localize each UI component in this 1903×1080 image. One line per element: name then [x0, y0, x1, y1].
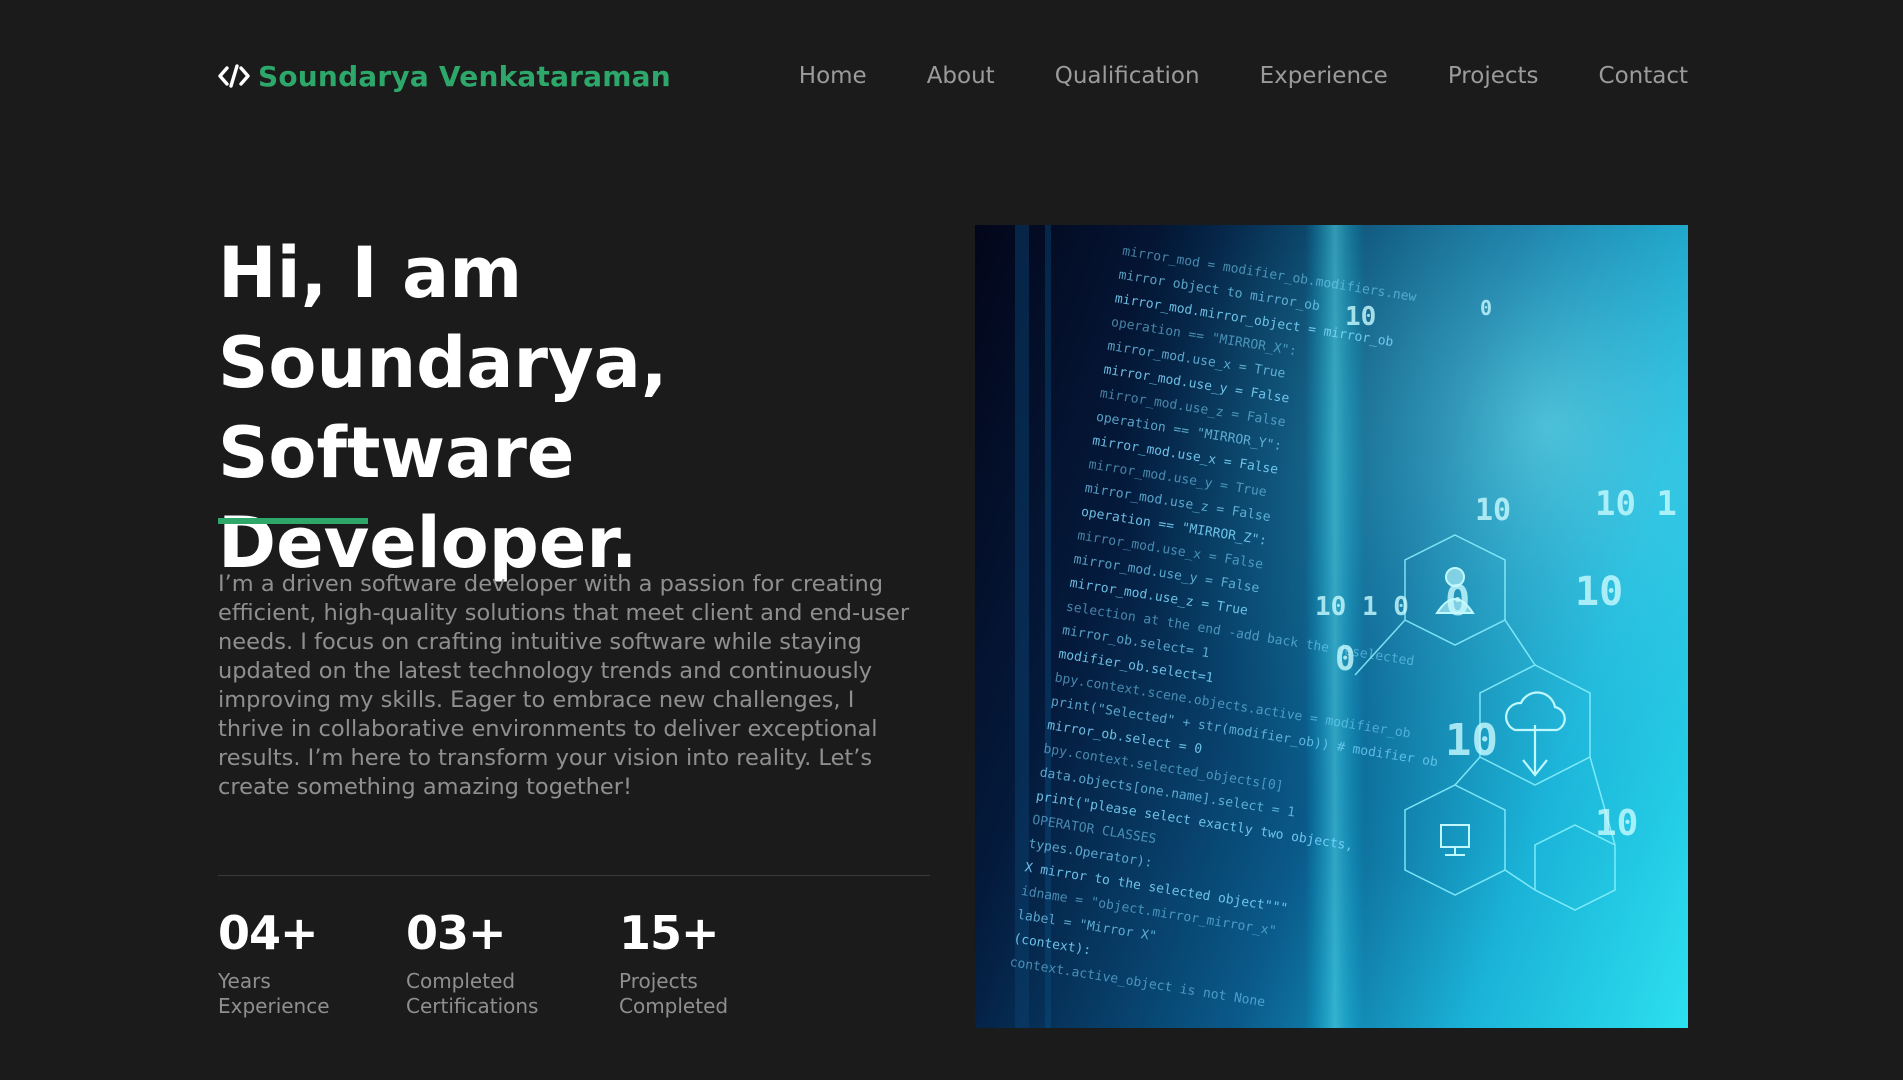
stats-divider	[218, 875, 930, 876]
stat-label-line: Projects	[619, 969, 698, 993]
stat-projects: 15+ Projects Completed	[619, 905, 819, 1019]
code-illustration: mirror_mod = modifier_ob.modifiers.newmi…	[975, 225, 1688, 1028]
nav-qualification[interactable]: Qualification	[1055, 63, 1200, 89]
binary-glyph: 10 1 0	[1595, 484, 1688, 524]
stat-label-line: Years	[218, 969, 271, 993]
hero-title-line: Software	[218, 412, 575, 494]
binary-glyph: 10	[1595, 803, 1638, 844]
stat-number: 15+	[619, 906, 720, 960]
stat-label-line: Experience	[218, 994, 330, 1018]
nav-projects[interactable]: Projects	[1448, 63, 1539, 89]
portfolio-page: Soundarya Venkataraman Home About Qualif…	[0, 0, 1903, 1080]
binary-glyph: 0	[1445, 576, 1470, 625]
binary-glyph: 0	[1335, 639, 1355, 679]
stat-label: Completed Certifications	[406, 969, 619, 1019]
title-accent-bar	[218, 518, 368, 524]
stat-certifications: 03+ Completed Certifications	[406, 905, 619, 1019]
logo[interactable]: Soundarya Venkataraman	[218, 60, 671, 93]
nav-home[interactable]: Home	[799, 63, 867, 89]
stat-label-line: Completed	[406, 969, 516, 993]
stat-number: 04+	[218, 906, 319, 960]
nav-experience[interactable]: Experience	[1260, 63, 1388, 89]
hero-title-line: Hi, I am Soundarya,	[218, 232, 668, 404]
binary-glyph: 10	[1475, 493, 1511, 528]
binary-glyph: 0	[1480, 296, 1492, 320]
stat-number: 03+	[406, 906, 507, 960]
nav-about[interactable]: About	[927, 63, 995, 89]
code-brackets-icon	[218, 62, 250, 90]
stat-label: Projects Completed	[619, 969, 819, 1019]
nav-contact[interactable]: Contact	[1599, 63, 1688, 89]
stat-label-line: Certifications	[406, 994, 539, 1018]
binary-glyph: 10	[1445, 715, 1498, 766]
hero-description: I’m a driven software developer with a p…	[218, 571, 910, 800]
binary-glyph: 10	[1345, 302, 1376, 332]
stat-years-experience: 04+ Years Experience	[218, 905, 406, 1019]
main-nav: Home About Qualification Experience Proj…	[799, 63, 1688, 89]
binary-glyph: 10 1 0	[1315, 592, 1409, 622]
binary-glyph: 10	[1575, 569, 1623, 615]
stats-row: 04+ Years Experience 03+ Completed Certi…	[218, 905, 819, 1019]
logo-text: Soundarya Venkataraman	[258, 59, 671, 93]
stat-label-line: Completed	[619, 994, 729, 1018]
page-container: Soundarya Venkataraman Home About Qualif…	[218, 0, 1688, 1080]
hero-code-image: mirror_mod = modifier_ob.modifiers.new mi…	[975, 225, 1688, 1028]
stat-label: Years Experience	[218, 969, 406, 1019]
hero-title: Hi, I am Soundarya, Software Developer.	[218, 228, 938, 588]
site-header: Soundarya Venkataraman Home About Qualif…	[218, 54, 1688, 98]
